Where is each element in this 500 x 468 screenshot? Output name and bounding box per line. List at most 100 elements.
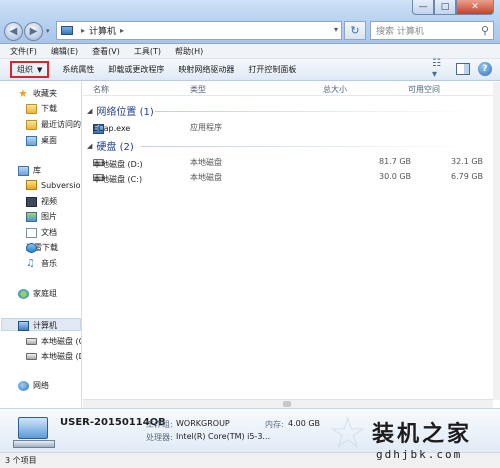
sidebar-item-videos[interactable]: 视频: [26, 196, 57, 207]
download-folder-icon: [26, 103, 37, 114]
subversion-icon: [26, 180, 37, 190]
window-controls: — □ ✕: [412, 0, 494, 16]
watermark: ☆ 装机之家 gdhjbk.com: [328, 412, 498, 466]
computer-large-icon: [13, 417, 55, 448]
back-button[interactable]: ◀: [4, 22, 23, 41]
watermark-title: 装机之家: [372, 421, 473, 447]
sidebar-item-label: Subversion: [41, 180, 82, 190]
column-header: 名称 类型 总大小 可用空间: [83, 82, 493, 96]
address-dropdown-icon[interactable]: ▾: [334, 25, 338, 34]
recent-pages-dropdown[interactable]: ▾: [46, 27, 50, 35]
menu-file[interactable]: 文件(F): [10, 46, 37, 57]
group-divider: [141, 146, 475, 147]
document-icon: [26, 227, 37, 238]
sidebar-group-label: 网络: [33, 381, 49, 390]
navigation-pane: ★ 收藏夹 下载 最近访问的 桌面 库 Subversion 视频 图片 文档 …: [0, 82, 82, 408]
sidebar-item-documents[interactable]: 文档: [26, 227, 57, 238]
forward-button[interactable]: ▶: [24, 22, 43, 41]
collapse-triangle-icon[interactable]: ◢: [87, 107, 92, 115]
sidebar-item-subversion[interactable]: Subversion: [26, 180, 82, 190]
breadcrumb-separator-icon[interactable]: ▸: [81, 26, 85, 35]
item-free-space: 6.79 GB: [451, 172, 484, 181]
sidebar-group-favorites[interactable]: ★ 收藏夹: [18, 88, 57, 99]
address-bar[interactable]: ▸ 计算机 ▸ ▾: [56, 21, 342, 40]
sidebar-group-homegroup[interactable]: 家庭组: [18, 288, 57, 299]
menu-edit[interactable]: 编辑(E): [51, 46, 78, 57]
view-options-icon[interactable]: ☷ ▾: [432, 58, 448, 80]
recent-places-icon: [26, 119, 37, 130]
vertical-scrollbar[interactable]: [493, 82, 500, 400]
command-bar: 组织 ▼ 系统属性 卸载或更改程序 映射网络驱动器 打开控制面板 ☷ ▾ ?: [0, 58, 500, 81]
sidebar-item-drive-d[interactable]: 本地磁盘 (D: [26, 351, 81, 362]
file-row-drive-d[interactable]: 本地磁盘 (D:) 本地磁盘 81.7 GB 32.1 GB: [83, 155, 493, 169]
group-network-locations[interactable]: ◢ 网络位置 (1): [87, 103, 154, 119]
item-count: 3 个项目: [5, 456, 37, 465]
forward-arrow-icon: ▶: [29, 26, 38, 37]
picture-icon: [26, 211, 37, 222]
file-row-ecap[interactable]: ECap.exe 应用程序: [83, 120, 493, 134]
help-icon[interactable]: ?: [478, 62, 492, 76]
sidebar-group-libraries[interactable]: 库: [18, 165, 41, 176]
sidebar-item-desktop[interactable]: 桌面: [26, 135, 57, 146]
sidebar-item-music[interactable]: ♫ 音乐: [26, 258, 57, 269]
system-properties-button[interactable]: 系统属性: [55, 59, 101, 81]
sidebar-item-label: 图片: [41, 212, 57, 221]
uninstall-program-button[interactable]: 卸载或更改程序: [101, 59, 171, 81]
menu-view[interactable]: 查看(V): [92, 46, 120, 57]
sidebar-item-label: 文档: [41, 228, 57, 237]
item-free-space: 32.1 GB: [451, 157, 484, 166]
minimize-button[interactable]: —: [412, 0, 434, 15]
file-row-drive-c[interactable]: 本地磁盘 (C:) 本地磁盘 30.0 GB 6.79 GB: [83, 170, 493, 184]
close-button[interactable]: ✕: [456, 0, 494, 15]
sidebar-group-computer[interactable]: 计算机: [18, 320, 57, 331]
group-title: 网络位置 (1): [96, 107, 154, 118]
breadcrumb-separator-icon[interactable]: ▸: [120, 26, 124, 35]
menu-tools[interactable]: 工具(T): [134, 46, 161, 57]
sidebar-item-drive-c[interactable]: 本地磁盘 (C: [26, 336, 82, 347]
collapse-triangle-icon[interactable]: ◢: [87, 142, 92, 150]
refresh-button[interactable]: ↻: [344, 21, 366, 40]
breadcrumb-computer[interactable]: 计算机: [89, 24, 116, 37]
maximize-button[interactable]: □: [434, 0, 456, 15]
item-total-size: 81.7 GB: [379, 157, 412, 166]
sidebar-item-label: 本地磁盘 (C: [41, 337, 82, 346]
sidebar-group-label: 计算机: [33, 321, 57, 330]
column-free-space[interactable]: 可用空间: [408, 84, 440, 95]
sidebar-item-label: 视频: [41, 197, 57, 206]
horizontal-scrollbar[interactable]: [83, 399, 493, 408]
item-name: 本地磁盘 (D:): [93, 160, 143, 169]
group-divider: [155, 111, 475, 112]
column-name[interactable]: 名称: [93, 84, 109, 95]
menu-help[interactable]: 帮助(H): [175, 46, 203, 57]
sidebar-item-recent[interactable]: 最近访问的: [26, 119, 81, 130]
preview-pane-icon[interactable]: [456, 63, 470, 75]
processor-label: 处理器:: [146, 433, 173, 442]
view-controls: ☷ ▾ ?: [432, 58, 492, 80]
video-icon: [26, 196, 37, 207]
group-title: 硬盘 (2): [96, 142, 134, 153]
workgroup-label: 工作组:: [146, 420, 173, 429]
column-total-size[interactable]: 总大小: [323, 84, 347, 95]
library-icon: [18, 165, 29, 176]
search-icon[interactable]: ⚲: [481, 24, 489, 37]
sidebar-item-thunder-downloads[interactable]: 迅雷下载: [26, 242, 58, 253]
scroll-thumb[interactable]: [283, 401, 291, 407]
group-hard-drives[interactable]: ◢ 硬盘 (2): [87, 138, 134, 154]
sidebar-item-downloads[interactable]: 下载: [26, 103, 57, 114]
star-icon: ★: [18, 86, 28, 100]
computer-icon: [61, 26, 73, 35]
search-input[interactable]: 搜索 计算机 ⚲: [370, 21, 494, 40]
sidebar-group-label: 收藏夹: [33, 89, 57, 98]
map-network-drive-button[interactable]: 映射网络驱动器: [171, 59, 241, 81]
network-icon: [18, 380, 29, 391]
organize-button[interactable]: 组织 ▼: [10, 61, 50, 78]
sidebar-group-network[interactable]: 网络: [18, 380, 49, 391]
open-control-panel-button[interactable]: 打开控制面板: [241, 59, 303, 81]
memory-value: 4.00 GB: [288, 419, 321, 428]
hard-drive-icon: [26, 338, 37, 345]
title-bar: — □ ✕ ◀ ▶ ▾ ▸ 计算机 ▸ ▾ ↻ 搜索 计算机 ⚲: [0, 0, 500, 44]
sidebar-group-label: 库: [33, 166, 41, 175]
sidebar-item-pictures[interactable]: 图片: [26, 211, 57, 222]
chevron-down-icon: ▼: [37, 65, 43, 74]
column-type[interactable]: 类型: [190, 84, 206, 95]
